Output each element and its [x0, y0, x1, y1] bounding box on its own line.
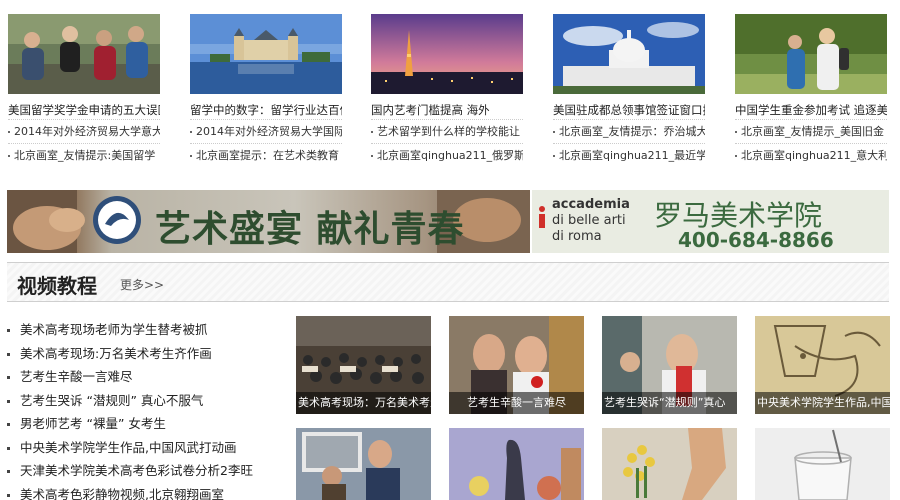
section-title: 视频教程 [17, 274, 97, 298]
news-link[interactable]: 北京画室qinghua211_俄罗斯 [371, 143, 523, 167]
list-item[interactable]: 天津美术学院美术高考色彩试卷分析2李旺 [7, 459, 277, 483]
video-thumb[interactable]: 艺考生辛酸一言难尽 [449, 316, 584, 414]
video-thumb[interactable]: 艺考生哭诉“潜规则”真心 [602, 316, 737, 414]
list-item[interactable]: 美术高考色彩静物视频,北京翱翔画室 [7, 483, 277, 500]
list-item[interactable]: 男老师艺考 “裸量” 女考生 [7, 412, 277, 436]
news-title[interactable]: 中国学生重金参加考试 追逐美 [735, 101, 887, 119]
video-caption: 艺考生哭诉“潜规则”真心 [602, 392, 737, 414]
video-caption: 艺考生辛酸一言难尽 [449, 392, 584, 414]
brand-mark-icon [539, 206, 545, 228]
news-column-3: 国内艺考门槛提高 海外 艺术留学到什么样的学校能让 北京画室qinghua211… [371, 14, 523, 167]
video-list: 美术高考现场老师为学生替考被抓 美术高考现场:万名美术考生齐作画 艺考生辛酸一言… [7, 318, 277, 500]
news-thumb-castle[interactable] [190, 14, 342, 94]
news-link[interactable]: 艺术留学到什么样的学校能让 [371, 119, 523, 143]
news-title[interactable]: 美国留学奖学金申请的五大误区 [8, 101, 160, 119]
news-link[interactable]: 北京画室_友情提示:美国留学 [8, 143, 160, 167]
list-item[interactable]: 美术高考现场老师为学生替考被抓 [7, 318, 277, 342]
banner-headline: 艺术盛宴 献礼青春 [155, 208, 465, 250]
news-link[interactable]: 北京画室_友情提示：乔治城大 [553, 119, 705, 143]
news-title[interactable]: 国内艺考门槛提高 海外 [371, 101, 523, 119]
accademia-wordmark: accademia di belle arti di roma [552, 197, 630, 245]
video-caption: 美术高考现场：万名美术考生 [296, 392, 431, 414]
news-link[interactable]: 北京画室_友情提示_美国旧金 [735, 119, 887, 143]
wordmark-line: di belle arti [552, 213, 626, 228]
banner-phone: 400-684-8866 [678, 228, 834, 252]
video-thumb[interactable] [602, 428, 737, 500]
wordmark-line: di roma [552, 229, 602, 244]
news-column-2: 留学中的数字：留学行业达百亿 2014年对外经济贸易大学国际 北京画室提示：在艺… [190, 14, 342, 167]
news-thumb-campus-students[interactable] [735, 14, 887, 94]
news-link[interactable]: 2014年对外经济贸易大学意大 [8, 119, 160, 143]
list-item[interactable]: 美术高考现场:万名美术考生齐作画 [7, 342, 277, 366]
news-title[interactable]: 留学中的数字：留学行业达百亿 [190, 101, 342, 119]
list-item[interactable]: 中央美术学院学生作品,中国风武打动画 [7, 436, 277, 460]
news-thumb-students[interactable] [8, 14, 160, 94]
list-item[interactable]: 艺考生辛酸一言难尽 [7, 365, 277, 389]
news-column-5: 中国学生重金参加考试 追逐美 北京画室_友情提示_美国旧金 北京画室qinghu… [735, 14, 887, 167]
video-thumb[interactable]: 中央美术学院学生作品,中国 [755, 316, 890, 414]
news-column-4: 美国驻成都总领事馆签证窗口扩 北京画室_友情提示：乔治城大 北京画室qinghu… [553, 14, 705, 167]
news-link[interactable]: 北京画室提示：在艺术类教育 [190, 143, 342, 167]
video-thumb[interactable] [755, 428, 890, 500]
promo-banner[interactable]: 艺术盛宴 献礼青春 accademia di belle arti di rom… [7, 190, 889, 253]
news-column-1: 美国留学奖学金申请的五大误区 2014年对外经济贸易大学意大 北京画室_友情提示… [8, 14, 160, 167]
list-item[interactable]: 艺考生哭诉 “潜规则” 真心不服气 [7, 389, 277, 413]
news-link[interactable]: 北京画室qinghua211_最近学 [553, 143, 705, 167]
video-thumb[interactable] [296, 428, 431, 500]
video-caption: 中央美术学院学生作品,中国 [755, 392, 890, 414]
banner-left-art[interactable]: 艺术盛宴 献礼青春 [7, 190, 530, 253]
wordmark-line: accademia [552, 197, 630, 212]
news-thumb-paris-night[interactable] [371, 14, 523, 94]
video-thumb[interactable] [449, 428, 584, 500]
more-link[interactable]: 更多>> [120, 276, 164, 293]
banner-right-ad[interactable]: accademia di belle arti di roma 罗马美术学院 4… [532, 190, 889, 253]
news-thumb-capitol[interactable] [553, 14, 705, 94]
video-thumb[interactable]: 美术高考现场：万名美术考生 [296, 316, 431, 414]
news-link[interactable]: 2014年对外经济贸易大学国际 [190, 119, 342, 143]
video-section-header: 视频教程 更多>> [7, 262, 889, 302]
news-title[interactable]: 美国驻成都总领事馆签证窗口扩 [553, 101, 705, 119]
news-link[interactable]: 北京画室qinghua211_意大利 [735, 143, 887, 167]
